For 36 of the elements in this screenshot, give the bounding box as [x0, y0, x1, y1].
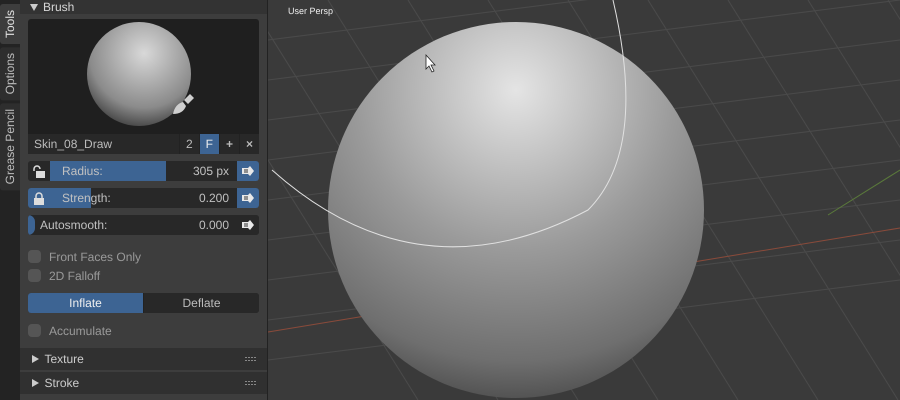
checkbox[interactable]	[28, 269, 41, 282]
slider-label: Autosmooth:	[40, 217, 108, 234]
drag-handle-icon[interactable]	[245, 357, 257, 361]
slider-label: Radius:	[62, 163, 103, 180]
slider-value: 0.200	[198, 190, 229, 207]
fake-user-button[interactable]: F	[200, 134, 219, 154]
checkbox-label: 2D Falloff	[49, 268, 100, 284]
checkbox[interactable]	[28, 250, 41, 263]
brush-icon	[172, 94, 194, 114]
expand-arrow-icon[interactable]	[32, 379, 39, 387]
segment-button[interactable]: Deflate	[144, 293, 259, 313]
checkbox[interactable]	[28, 324, 41, 337]
pressure-icon[interactable]	[237, 188, 259, 208]
lock-icon[interactable]	[28, 188, 50, 208]
segment-button[interactable]: Inflate	[28, 293, 143, 313]
brush-name-field[interactable]: Skin_08_Draw	[28, 134, 179, 154]
drag-handle-icon[interactable]	[245, 381, 257, 385]
cursor-icon	[426, 54, 436, 73]
checkbox-label: Accumulate	[49, 322, 112, 340]
pressure-icon[interactable]	[237, 161, 259, 181]
sidebar-tab[interactable]: Grease Pencil	[0, 103, 20, 191]
subpanel-header[interactable]: Stroke	[44, 374, 80, 392]
user-count: 2	[180, 134, 199, 154]
add-brush-button[interactable]: +	[220, 134, 239, 154]
subpanel-header[interactable]: Texture	[44, 350, 84, 368]
panel-header[interactable]: Brush	[43, 1, 74, 13]
remove-brush-button[interactable]: ×	[240, 134, 259, 154]
slider-value: 305 px	[192, 163, 229, 180]
collapse-arrow-icon[interactable]	[30, 4, 38, 10]
sidebar-tab[interactable]: Options	[0, 47, 20, 100]
checkbox-label: Front Faces Only	[49, 248, 142, 266]
brush-preview[interactable]	[28, 19, 259, 134]
slider-value: 0.000	[198, 217, 229, 234]
expand-arrow-icon[interactable]	[32, 355, 39, 363]
viewport-label: User Persp	[288, 5, 334, 18]
sidebar-tab[interactable]: Tools	[0, 4, 20, 44]
